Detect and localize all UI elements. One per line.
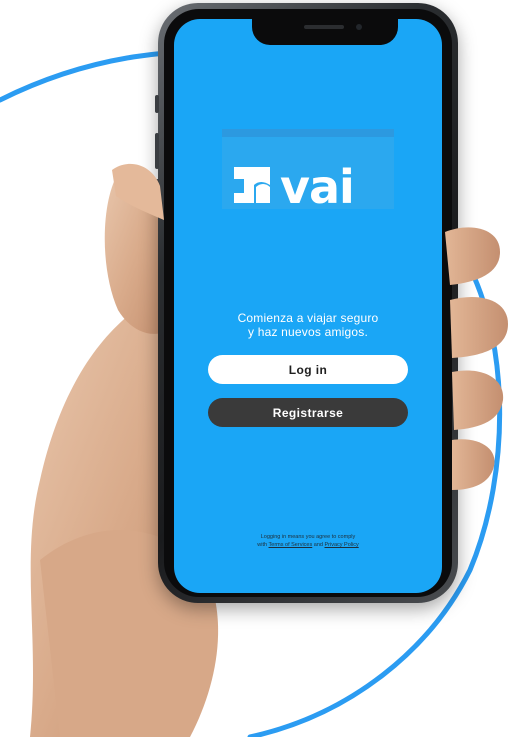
legal-and: and (312, 542, 325, 548)
vai-logo: vai (234, 160, 355, 209)
login-button[interactable]: Log in (208, 355, 408, 384)
register-button-label: Registrarse (272, 405, 344, 420)
register-button[interactable]: Registrarse (208, 398, 408, 427)
app-screen: vai Comienza a viajar seguro y haz nuevo… (174, 19, 442, 593)
vai-logo-mark-icon (234, 167, 270, 203)
phone-device: vai Comienza a viajar seguro y haz nuevo… (155, 3, 458, 603)
legal-prefix: with (257, 542, 269, 548)
legal-text-line-1: Logging in means you agree to comply (260, 534, 356, 540)
speaker-grille (304, 25, 344, 29)
volume-down-button (155, 179, 159, 215)
privacy-policy-link[interactable]: Privacy Policy (324, 542, 358, 548)
front-camera-icon (356, 24, 362, 30)
login-button-label: Log in (288, 362, 328, 377)
svg-text:vai: vai (280, 160, 354, 209)
volume-up-button (155, 133, 159, 169)
legal-text-line-2: with Terms of Services and Privacy Polic… (174, 541, 442, 549)
tagline-line-2: y haz nuevos amigos. (247, 325, 369, 339)
terms-of-service-link[interactable]: Terms of Services (269, 542, 313, 548)
mute-switch (155, 95, 159, 113)
logo-background-edge (222, 129, 394, 137)
tagline-line-1: Comienza a viajar seguro (237, 311, 379, 325)
phone-notch (252, 19, 398, 45)
